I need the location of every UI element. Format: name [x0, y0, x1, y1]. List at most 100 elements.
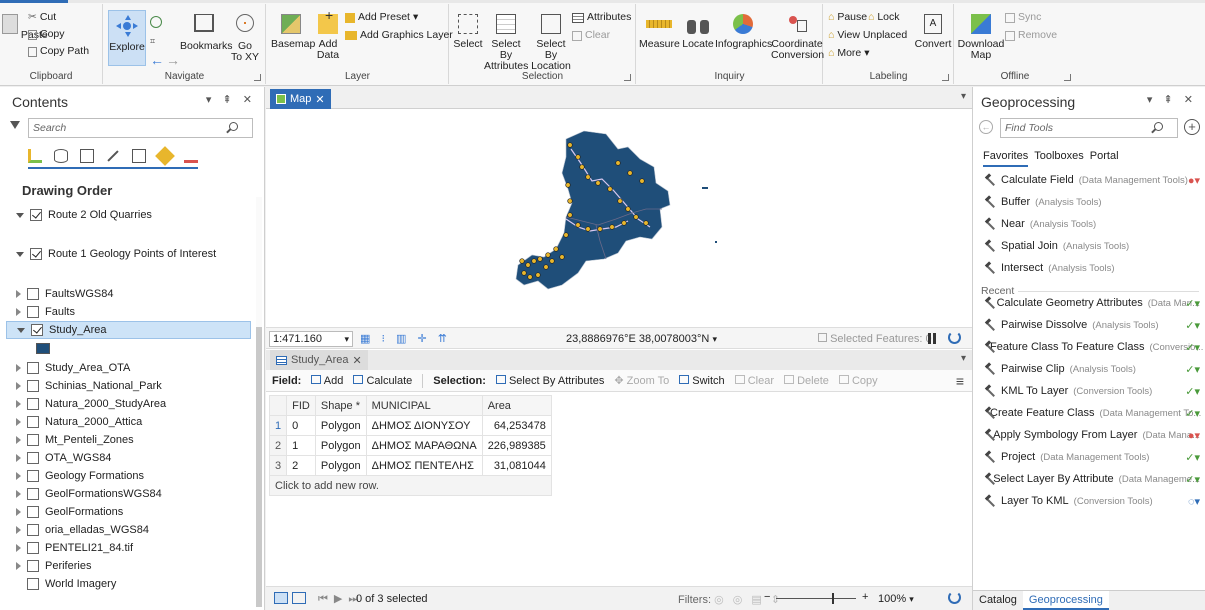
success-check-icon[interactable]: ✓▾ — [1185, 341, 1200, 354]
select-by-attributes-table-button[interactable]: Select By Attributes — [495, 374, 604, 387]
expand-triangle-icon[interactable] — [16, 562, 21, 570]
tab-overflow-icon[interactable]: ▾ — [961, 91, 966, 102]
layer-row[interactable]: GeolFormationsWGS84 — [16, 485, 162, 503]
map-point-marker[interactable] — [559, 254, 565, 260]
offline-launcher[interactable] — [1064, 74, 1071, 81]
column-header-fid[interactable]: FID — [286, 395, 316, 416]
list-by-labeling-icon[interactable] — [155, 146, 175, 166]
basemap-button[interactable]: Basemap — [271, 14, 315, 50]
table-tab[interactable]: Study_Area ✕ — [270, 350, 368, 370]
list-by-perspective-icon[interactable] — [184, 149, 198, 163]
map-point-marker[interactable] — [521, 270, 527, 276]
tool-item[interactable]: Project (Data Management Tools) ✓▾ — [985, 448, 1200, 466]
expand-triangle-icon[interactable] — [16, 418, 21, 426]
clear-table-selection-button[interactable]: Clear — [734, 374, 774, 387]
select-by-attributes-button[interactable]: Select By Attributes — [484, 14, 528, 72]
close-icon[interactable]: ✕ — [352, 354, 361, 367]
forward-arrow-icon[interactable]: → — [166, 52, 180, 68]
layer-row[interactable]: Study_Area_OTA — [16, 359, 130, 377]
map-point-marker[interactable] — [563, 232, 569, 238]
column-header-shape[interactable]: Shape * — [314, 395, 367, 416]
contents-pane-controls[interactable]: ▾ ⇞ ✕ — [206, 93, 256, 106]
zoom-slider-handle[interactable] — [832, 593, 834, 604]
map-tab[interactable]: Map ✕ — [270, 89, 331, 109]
map-point-marker[interactable] — [609, 224, 615, 230]
map-point-marker[interactable] — [639, 178, 645, 184]
switch-selection-button[interactable]: Switch — [679, 374, 725, 387]
layer-row[interactable]: Natura_2000_Attica — [16, 413, 142, 431]
tab-catalog[interactable]: Catalog — [973, 591, 1023, 610]
tool-item[interactable]: Feature Class To Feature Class (Conversio… — [985, 338, 1203, 356]
map-point-marker[interactable] — [575, 222, 581, 228]
cell-fid[interactable]: 2 — [286, 455, 316, 476]
map-view[interactable] — [266, 109, 972, 327]
layer-row[interactable]: oria_elladas_WGS84 — [16, 521, 149, 539]
map-point-marker[interactable] — [617, 198, 623, 204]
expand-triangle-icon[interactable] — [16, 290, 21, 298]
map-point-marker[interactable] — [531, 258, 537, 264]
back-button[interactable]: ← — [979, 120, 993, 134]
copy-path-button[interactable]: Copy Path — [28, 46, 89, 57]
add-preset-button[interactable]: Add Preset ▾ — [345, 12, 418, 23]
map-point-marker[interactable] — [543, 264, 549, 270]
layer-row[interactable]: PENTELI21_84.tif — [16, 539, 133, 557]
add-new-row-text[interactable]: Click to add new row. — [269, 475, 552, 496]
cell-shape[interactable]: Polygon — [314, 455, 367, 476]
layer-row[interactable]: Study_Area — [6, 321, 251, 339]
contents-scrollbar[interactable] — [256, 197, 262, 607]
cell-fid[interactable]: 0 — [286, 415, 316, 436]
layer-row[interactable]: Geology Formations — [16, 467, 144, 485]
layer-visibility-checkbox[interactable] — [27, 288, 39, 300]
expand-triangle-icon[interactable] — [16, 364, 21, 372]
measure-button[interactable]: Measure — [639, 14, 680, 50]
paste-button[interactable]: Paste — [2, 14, 48, 41]
view-unplaced-button[interactable]: ⌂ View Unplaced — [828, 30, 907, 41]
layer-visibility-checkbox[interactable] — [27, 560, 39, 572]
layer-row[interactable]: World Imagery — [16, 575, 116, 593]
pause-drawing-button[interactable] — [928, 333, 936, 344]
clear-selection-button[interactable]: Clear — [572, 30, 610, 41]
copy-rows-button[interactable]: Copy — [838, 374, 878, 387]
navigate-launcher[interactable] — [254, 74, 261, 81]
table-view-toggle[interactable] — [274, 592, 306, 604]
error-icon[interactable]: ●▾ — [1188, 429, 1200, 442]
collapse-triangle-icon[interactable] — [17, 327, 25, 333]
success-check-icon[interactable]: ✓▾ — [1185, 385, 1200, 398]
copy-button[interactable]: Copy — [28, 29, 65, 40]
expand-triangle-icon[interactable] — [16, 544, 21, 552]
layer-row[interactable]: Schinias_National_Park — [16, 377, 162, 395]
cell-shape[interactable]: Polygon — [314, 415, 367, 436]
tool-item[interactable]: Calculate Field (Data Management Tools) ●▾ — [985, 171, 1200, 189]
cell-municipal[interactable]: ΔΗΜΟΣ ΔΙΟΝΥΣΟΥ — [365, 415, 483, 436]
layer-visibility-checkbox[interactable] — [27, 398, 39, 410]
cell-area[interactable]: 64,253478 — [481, 415, 552, 436]
map-point-marker[interactable] — [553, 246, 559, 252]
layer-row[interactable]: Mt_Penteli_Zones — [16, 431, 134, 449]
layer-visibility-checkbox[interactable] — [27, 488, 39, 500]
refresh-icon[interactable] — [948, 331, 961, 344]
map-point-marker[interactable] — [527, 274, 533, 280]
map-point-marker[interactable] — [549, 258, 555, 264]
map-point-marker[interactable] — [585, 226, 591, 232]
expand-triangle-icon[interactable] — [16, 526, 21, 534]
layer-visibility-checkbox[interactable] — [27, 380, 39, 392]
more-labeling-button[interactable]: ⌂ More ▾ — [828, 48, 870, 59]
row-number[interactable]: 3 — [268, 455, 288, 476]
tool-item[interactable]: Pairwise Dissolve (Analysis Tools) ✓▾ — [985, 316, 1200, 334]
table-row[interactable]: 1 0 Polygon ΔΗΜΟΣ ΔΙΟΝΥΣΟΥ 64,253478 — [268, 415, 552, 436]
tool-item[interactable]: Pairwise Clip (Analysis Tools) ✓▾ — [985, 360, 1200, 378]
cut-button[interactable]: ✂ Cut — [28, 12, 56, 23]
success-check-icon[interactable]: ✓▾ — [1185, 363, 1200, 376]
layer-row[interactable]: Periferies — [16, 557, 91, 575]
lock-labeling-button[interactable]: ⌂ Lock — [868, 12, 900, 23]
tab-portal[interactable]: Portal — [1090, 150, 1119, 167]
zoom-full-extent-icon[interactable] — [150, 16, 162, 28]
zoom-in-icon[interactable]: + — [862, 591, 868, 603]
layer-row[interactable]: GeolFormations — [16, 503, 123, 521]
selected-features-readout[interactable]: Selected Features: 0 — [818, 333, 932, 345]
zoom-level[interactable]: 100% ▾ — [878, 593, 914, 605]
map-point-marker[interactable] — [627, 170, 633, 176]
success-check-icon[interactable]: ✓▾ — [1185, 451, 1200, 464]
back-arrow-icon[interactable]: ← — [150, 52, 164, 68]
error-icon[interactable]: ●▾ — [1188, 174, 1200, 187]
